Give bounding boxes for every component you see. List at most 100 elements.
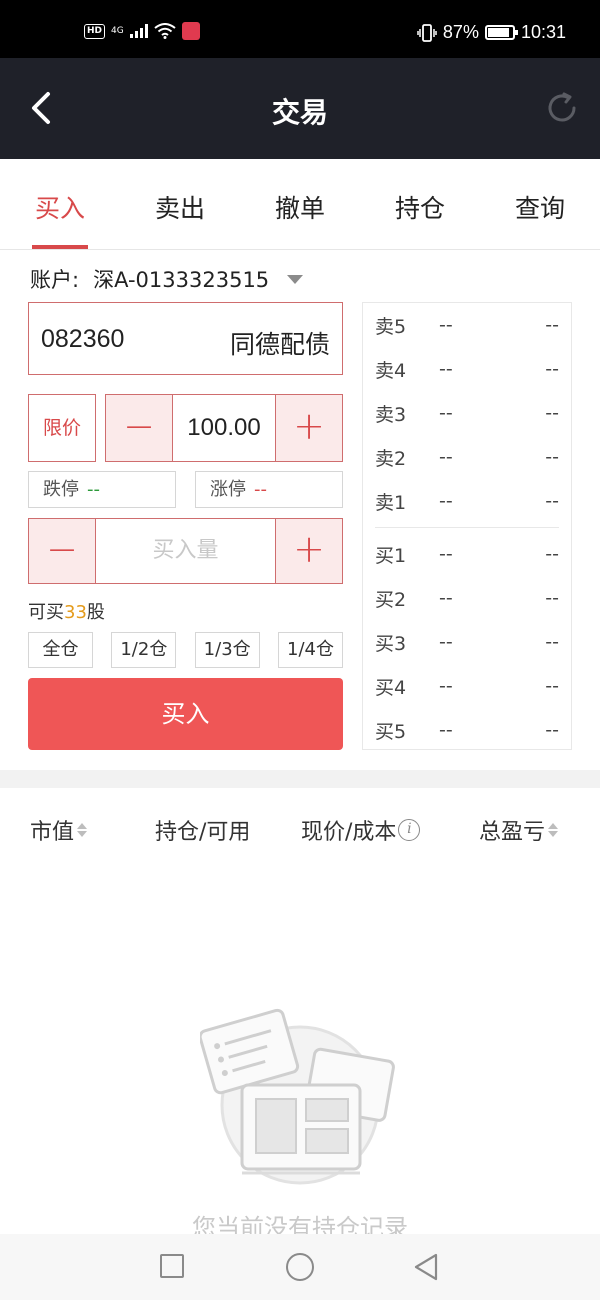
ask-volume: -- (545, 358, 559, 380)
ask-row[interactable]: 卖1 -- -- (375, 479, 559, 523)
status-right: 87% 10:31 (417, 22, 566, 43)
system-back-icon[interactable] (412, 1252, 440, 1282)
sort-icon (77, 823, 88, 837)
ask-row[interactable]: 卖4 -- -- (375, 347, 559, 391)
home-icon[interactable] (286, 1253, 314, 1281)
recent-apps-icon[interactable] (160, 1254, 184, 1278)
battery-icon (484, 25, 518, 40)
vibrate-icon (417, 23, 437, 42)
quantity-minus-button[interactable]: − (29, 519, 95, 583)
can-buy-prefix: 可买 (28, 602, 64, 623)
ask-row[interactable]: 卖2 -- -- (375, 435, 559, 479)
hd-icon: HD (84, 23, 106, 39)
section-divider (0, 770, 600, 788)
dropdown-caret-icon (287, 274, 304, 284)
price-minus-button[interactable]: − (106, 395, 172, 461)
ask-price: -- (439, 314, 453, 336)
order-book-divider (375, 527, 559, 528)
bid-price: -- (439, 719, 453, 741)
tab-positions[interactable]: 持仓 (360, 159, 480, 249)
ask-price: -- (439, 358, 453, 380)
bid-volume: -- (545, 631, 559, 653)
ask-volume: -- (545, 402, 559, 424)
info-icon[interactable]: i (398, 819, 421, 841)
third-position-button[interactable]: 1/3仓 (194, 632, 260, 668)
tab-query[interactable]: 查询 (480, 159, 600, 249)
total-pnl-label: 总盈亏 (479, 820, 546, 845)
bid-volume: -- (545, 719, 559, 741)
bid-label: 买2 (375, 588, 407, 611)
price-stepper: − 100.00 + (105, 394, 343, 462)
bid-row[interactable]: 买1 -- -- (375, 532, 559, 576)
bid-price: -- (439, 631, 453, 653)
refresh-icon[interactable] (544, 90, 580, 126)
battery-percent: 87% (442, 22, 479, 42)
holding-label: 持仓/可用 (155, 820, 251, 845)
stock-code: 082360 (41, 325, 125, 353)
limit-up: 涨停 -- (195, 471, 343, 508)
system-nav-bar (0, 1234, 600, 1300)
account-selector[interactable]: 账户: 深A-0133323515 (30, 264, 304, 294)
nav-bar: 交易 (0, 58, 600, 159)
ask-label: 卖1 (375, 491, 407, 514)
ask-price: -- (439, 402, 453, 424)
quantity-input[interactable]: 买入量 (95, 519, 276, 583)
account-value: 深A-0133323515 (93, 268, 270, 292)
half-position-button[interactable]: 1/2仓 (111, 632, 177, 668)
quantity-plus-button[interactable]: + (276, 519, 342, 583)
can-buy-info: 可买33股 (28, 598, 105, 624)
page-title: 交易 (271, 96, 328, 129)
bid-row[interactable]: 买2 -- -- (375, 576, 559, 620)
ask-price: -- (439, 446, 453, 468)
limit-down-value: -- (87, 479, 100, 500)
price-type-button[interactable]: 限价 (28, 394, 96, 462)
account-label: 账户: (30, 268, 80, 292)
buy-button[interactable]: 买入 (28, 678, 343, 750)
can-buy-suffix: 股 (86, 602, 105, 623)
price-input[interactable]: 100.00 (172, 395, 276, 461)
bid-price: -- (439, 587, 453, 609)
bid-volume: -- (545, 587, 559, 609)
tab-cancel-order[interactable]: 撤单 (240, 159, 360, 249)
quantity-stepper: − 买入量 + (28, 518, 343, 584)
bid-price: -- (439, 543, 453, 565)
price-plus-button[interactable]: + (276, 395, 342, 461)
ask-row[interactable]: 卖3 -- -- (375, 391, 559, 435)
ask-label: 卖2 (375, 447, 407, 470)
limit-down: 跌停 -- (28, 471, 176, 508)
limit-up-label: 涨停 (210, 479, 246, 500)
price-cost-label: 现价/成本 (301, 820, 397, 845)
bid-row[interactable]: 买4 -- -- (375, 664, 559, 708)
ask-label: 卖5 (375, 315, 407, 338)
total-pnl-header[interactable]: 总盈亏 (479, 814, 559, 846)
wifi-icon (154, 23, 176, 39)
ask-label: 卖3 (375, 403, 407, 426)
status-bar: HD 4G 87% 10:31 (0, 0, 600, 58)
bid-row[interactable]: 买3 -- -- (375, 620, 559, 664)
bid-volume: -- (545, 675, 559, 697)
market-value-header[interactable]: 市值 (30, 814, 88, 846)
bid-label: 买3 (375, 632, 407, 655)
empty-positions-illustration (200, 1008, 395, 1185)
clock: 10:31 (520, 22, 566, 42)
status-left: HD 4G (84, 22, 200, 40)
holding-header: 持仓/可用 (155, 814, 250, 846)
positions-table-header: 市值 持仓/可用 现价/成本 i 总盈亏 (0, 790, 600, 864)
app-notification-icon (181, 22, 200, 40)
trade-tabs: 买入 卖出 撤单 持仓 查询 (0, 159, 600, 250)
bid-label: 买5 (375, 720, 407, 743)
ask-price: -- (439, 490, 453, 512)
market-value-label: 市值 (30, 820, 75, 845)
ask-volume: -- (545, 314, 559, 336)
order-book: 卖5 -- -- 卖4 -- -- 卖3 -- -- 卖2 -- -- 卖1 -- -- 买1 -- -… (362, 302, 572, 750)
stock-input[interactable]: 082360 同德配债 (28, 302, 343, 375)
position-fraction-buttons: 全仓 1/2仓 1/3仓 1/4仓 (28, 632, 343, 668)
bid-row[interactable]: 买5 -- -- (375, 708, 559, 752)
quarter-position-button[interactable]: 1/4仓 (277, 632, 343, 668)
tab-sell[interactable]: 卖出 (120, 159, 240, 249)
tab-buy[interactable]: 买入 (0, 159, 120, 249)
ask-volume: -- (545, 490, 559, 512)
ask-row[interactable]: 卖5 -- -- (375, 303, 559, 347)
full-position-button[interactable]: 全仓 (28, 632, 93, 668)
limit-down-label: 跌停 (43, 479, 79, 500)
